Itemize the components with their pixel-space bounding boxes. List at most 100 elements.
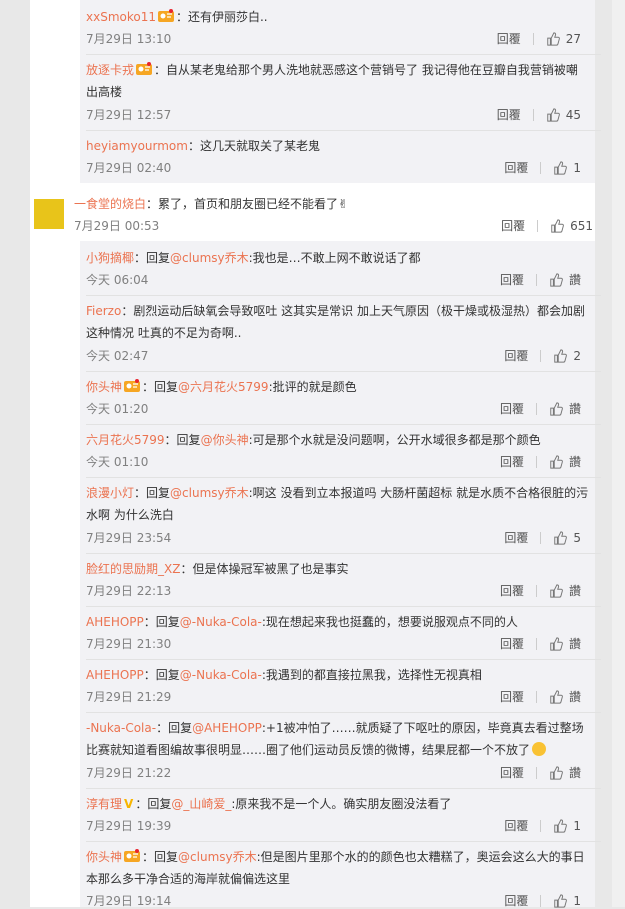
comment-time: 7月29日 22:13 — [86, 584, 172, 598]
comment-actions: 回覆 讚 — [500, 401, 581, 417]
username-link[interactable]: 淳有理 — [86, 797, 122, 811]
username-link[interactable]: -Nuka-Cola- — [86, 721, 156, 735]
like-icon[interactable] — [549, 690, 563, 704]
reply-button[interactable]: 回覆 — [500, 583, 524, 599]
like-count[interactable]: 27 — [566, 31, 581, 47]
reply-button[interactable]: 回覆 — [504, 160, 528, 176]
divider — [86, 788, 601, 789]
comment-time: 今天 01:20 — [86, 402, 149, 416]
like-count[interactable]: 45 — [566, 107, 581, 123]
mention-link[interactable]: @_山崎爱_ — [171, 797, 231, 811]
like-icon[interactable] — [553, 531, 567, 545]
divider — [86, 130, 601, 131]
comment-actions: 回覆 45 — [497, 107, 581, 123]
divider — [86, 295, 601, 296]
comment-actions: 回覆 1 — [504, 160, 581, 176]
like-count[interactable]: 讚 — [569, 272, 581, 288]
reply-button[interactable]: 回覆 — [500, 272, 524, 288]
like-icon[interactable] — [549, 766, 563, 780]
username-link[interactable]: 你头神 — [86, 850, 122, 864]
mention-link[interactable]: @六月花火5799 — [178, 380, 269, 394]
mention-link[interactable]: @clumsy乔木 — [170, 486, 249, 500]
like-icon[interactable] — [553, 819, 567, 833]
username-link[interactable]: 浪漫小灯 — [86, 486, 134, 500]
comment-text: -Nuka-Cola-：回复@AHEHOPP:+1被冲怕了……就质疑了下呕吐的原… — [86, 721, 584, 757]
mention-link[interactable]: @clumsy乔木 — [170, 251, 249, 265]
comment-text: 放逐卡戎 ：自从某老鬼给那个男人洗地就恶感这个营销号了 我记得他在豆瓣自我营销被嘲… — [86, 62, 578, 99]
reply-button[interactable]: 回覆 — [500, 689, 524, 705]
like-icon[interactable] — [553, 161, 567, 175]
like-icon[interactable] — [549, 402, 563, 416]
comment-time: 7月29日 00:53 — [74, 219, 160, 233]
mention-link[interactable]: @AHEHOPP — [192, 721, 262, 735]
comment-text: 你头神 ：回复@六月花火5799:批评的就是颜色 — [86, 379, 357, 394]
mention-link[interactable]: @你头神 — [201, 433, 249, 447]
like-icon[interactable] — [550, 219, 564, 233]
comment-actions: 回覆 27 — [497, 31, 581, 47]
like-count[interactable]: 讚 — [569, 765, 581, 781]
username-link[interactable]: Fierzo — [86, 304, 121, 318]
like-icon[interactable] — [546, 108, 560, 122]
username-link[interactable]: heyiamyourmom — [86, 139, 188, 153]
like-icon[interactable] — [546, 32, 560, 46]
like-count[interactable]: 5 — [573, 530, 581, 546]
scrollbar[interactable] — [612, 0, 625, 907]
like-count[interactable]: 讚 — [569, 583, 581, 599]
comment-actions: 回覆 讚 — [500, 583, 581, 599]
username-link[interactable]: 放逐卡戎 — [86, 63, 134, 77]
comment-actions: 回覆 讚 — [500, 454, 581, 470]
like-count[interactable]: 讚 — [569, 454, 581, 470]
like-count[interactable]: 讚 — [569, 689, 581, 705]
grinning-emoji-icon — [532, 742, 547, 756]
like-count[interactable]: 1 — [573, 160, 581, 176]
reply-button[interactable]: 回覆 — [497, 107, 521, 123]
comment-text: AHEHOPP：回复@-Nuka-Cola-:现在想起来我也挺蠢的，想要说服观点… — [86, 615, 518, 629]
like-icon[interactable] — [549, 273, 563, 287]
comment-time: 今天 01:10 — [86, 455, 149, 469]
username-link[interactable]: xxSmoko11 — [86, 10, 156, 24]
mention-link[interactable]: @clumsy乔木 — [178, 850, 257, 864]
comment-actions: 回覆 讚 — [500, 636, 581, 652]
reply-button[interactable]: 回覆 — [504, 348, 528, 364]
username-link[interactable]: 一食堂的烧白 — [74, 197, 146, 211]
reply-button[interactable]: 回覆 — [500, 765, 524, 781]
like-icon[interactable] — [553, 894, 567, 908]
username-link[interactable]: 脸红的思励期_XZ — [86, 562, 180, 576]
mention-link[interactable]: @-Nuka-Cola- — [180, 615, 262, 629]
comment-text: 浪漫小灯：回复@clumsy乔木:啊这 没看到立本报道吗 大肠杆菌超标 就是水质… — [86, 486, 589, 522]
reply-button[interactable]: 回覆 — [501, 218, 525, 234]
comment-actions: 回覆 5 — [504, 530, 581, 546]
reply-button[interactable]: 回覆 — [500, 401, 524, 417]
comment-time: 7月29日 13:10 — [86, 32, 172, 46]
comment-actions: 回覆 2 — [504, 348, 581, 364]
like-count[interactable]: 讚 — [569, 401, 581, 417]
username-link[interactable]: 你头神 — [86, 380, 122, 394]
like-count[interactable]: 1 — [573, 818, 581, 834]
like-count[interactable]: 2 — [573, 348, 581, 364]
username-link[interactable]: AHEHOPP — [86, 668, 144, 682]
divider — [86, 841, 601, 842]
reply-button[interactable]: 回覆 — [500, 636, 524, 652]
reply-button[interactable]: 回覆 — [500, 454, 524, 470]
comment-text: 淳有理 V ：回复@_山崎爱_:原来我不是一个人。确实朋友圈没法看了 — [86, 793, 589, 815]
username-link[interactable]: 小狗摘椰 — [86, 251, 134, 265]
reply-button[interactable]: 回覆 — [497, 31, 521, 47]
vip-badge-icon — [124, 379, 140, 393]
avatar[interactable] — [34, 199, 64, 229]
vip-badge-icon — [136, 62, 152, 76]
like-icon[interactable] — [549, 584, 563, 598]
like-count[interactable]: 讚 — [569, 636, 581, 652]
reply-button[interactable]: 回覆 — [504, 530, 528, 546]
divider — [86, 659, 601, 660]
mention-link[interactable]: @-Nuka-Cola- — [180, 668, 262, 682]
like-icon[interactable] — [549, 455, 563, 469]
comment-time: 7月29日 12:57 — [86, 108, 172, 122]
like-icon[interactable] — [553, 349, 567, 363]
vip-badge-icon — [158, 9, 174, 23]
username-link[interactable]: AHEHOPP — [86, 615, 144, 629]
verified-v-icon: V — [124, 797, 134, 811]
like-icon[interactable] — [549, 637, 563, 651]
like-count[interactable]: 651 — [570, 218, 593, 234]
reply-button[interactable]: 回覆 — [504, 818, 528, 834]
username-link[interactable]: 六月花火5799 — [86, 433, 165, 447]
